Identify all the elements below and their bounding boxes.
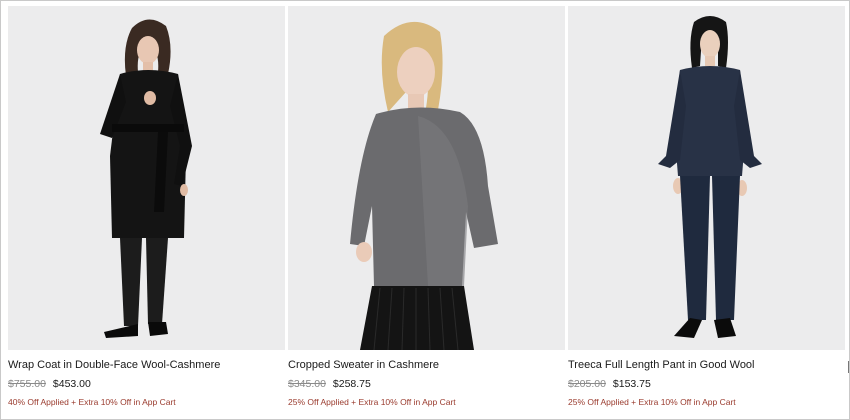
sale-price: $453.00 xyxy=(52,378,91,390)
product-image[interactable] xyxy=(288,6,565,350)
original-price: $345.00 xyxy=(288,378,326,390)
original-price: $755.00 xyxy=(8,378,46,390)
product-name[interactable]: Wrap Coat in Double-Face Wool-Cashmere xyxy=(8,358,285,372)
product-card[interactable]: Wrap Coat in Double-Face Wool-Cashmere $… xyxy=(8,6,285,408)
product-image[interactable] xyxy=(568,6,845,350)
sale-price: $258.75 xyxy=(332,378,371,390)
product-name[interactable]: Cropped Sweater in Cashmere xyxy=(288,358,565,372)
model-treeca-pant-photo xyxy=(568,6,845,350)
sale-price: $153.75 xyxy=(612,378,651,390)
product-prices: $345.00 $258.75 xyxy=(288,378,565,391)
product-grid-frame: Wrap Coat in Double-Face Wool-Cashmere $… xyxy=(0,0,850,420)
product-grid: Wrap Coat in Double-Face Wool-Cashmere $… xyxy=(8,6,849,416)
model-cropped-sweater-photo xyxy=(288,6,565,350)
product-prices: $755.00 $453.00 xyxy=(8,378,285,391)
promo-text: 25% Off Applied + Extra 10% Off in App C… xyxy=(288,397,456,407)
product-card[interactable]: Cropped Sweater in Cashmere $345.00 $258… xyxy=(288,6,565,408)
product-name[interactable]: Treeca Full Length Pant in Good Wool xyxy=(568,358,845,372)
model-wrap-coat-photo xyxy=(8,6,285,350)
promo-text: 25% Off Applied + Extra 10% Off in App C… xyxy=(568,397,736,407)
product-prices: $205.00 $153.75 xyxy=(568,378,845,391)
product-card[interactable]: Treeca Full Length Pant in Good Wool $20… xyxy=(568,6,845,408)
promo-text: 40% Off Applied + Extra 10% Off in App C… xyxy=(8,397,176,407)
product-image[interactable] xyxy=(8,6,285,350)
original-price: $205.00 xyxy=(568,378,606,390)
